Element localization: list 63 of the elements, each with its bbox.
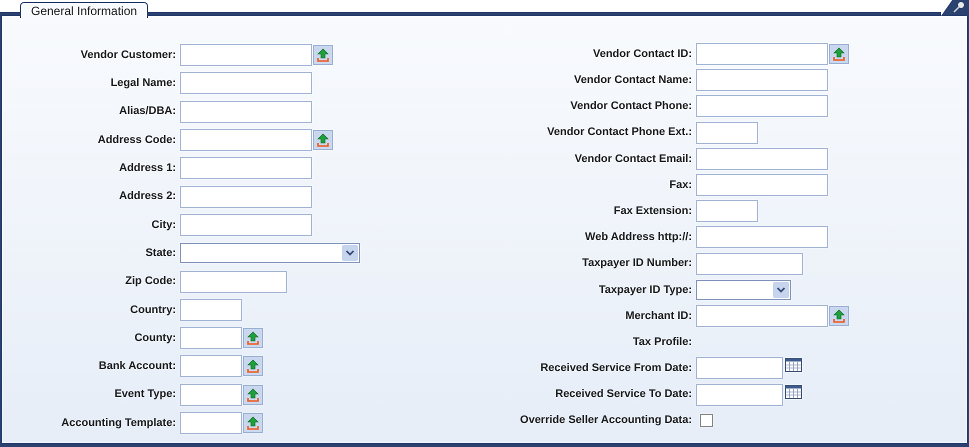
calendar-icon[interactable] — [785, 358, 802, 372]
text-field[interactable] — [180, 298, 242, 321]
chevron-down-icon — [342, 245, 358, 262]
field-label: State: — [145, 246, 176, 261]
field-label: Address 2: — [119, 189, 176, 204]
text-field[interactable] — [180, 355, 242, 378]
field-label: Fax Extension: — [614, 204, 692, 219]
text-field[interactable] — [180, 72, 312, 94]
text-field[interactable] — [696, 174, 828, 196]
text-field[interactable] — [180, 186, 312, 208]
field-label: Event Type: — [114, 387, 176, 402]
text-field[interactable] — [180, 157, 312, 180]
field-label: Address Code: — [98, 132, 176, 148]
field-label: Taxpayer ID Type: — [598, 282, 692, 298]
field-label: Merchant ID: — [625, 308, 692, 324]
checkbox[interactable] — [700, 414, 713, 428]
text-field[interactable] — [696, 95, 828, 118]
field-label: Accounting Template: — [61, 416, 176, 431]
text-field[interactable] — [180, 327, 242, 350]
field-label: Vendor Customer: — [80, 48, 176, 63]
text-field[interactable] — [180, 100, 312, 123]
field-label: Received Service From Date: — [540, 361, 692, 376]
field-label: Tax Profile: — [632, 334, 692, 350]
field-label: Zip Code: — [125, 274, 176, 290]
text-field[interactable] — [180, 412, 242, 434]
field-label: Vendor Contact Email: — [574, 152, 692, 167]
field-label: Fax: — [669, 178, 692, 193]
date-field[interactable] — [696, 357, 783, 380]
text-field[interactable] — [696, 122, 758, 144]
text-field[interactable] — [696, 43, 828, 66]
field-label: Vendor Contact ID: — [592, 46, 692, 62]
field-label: Country: — [130, 302, 176, 318]
field-label: City: — [152, 218, 176, 233]
text-field[interactable] — [696, 69, 828, 92]
text-field[interactable] — [696, 226, 828, 248]
chevron-down-icon — [773, 282, 789, 298]
text-field[interactable] — [180, 44, 312, 66]
text-field[interactable] — [696, 148, 828, 170]
field-label: Vendor Contact Phone Ext.: — [547, 125, 692, 140]
text-field[interactable] — [180, 129, 312, 152]
field-label: Override Seller Accounting Data: — [520, 413, 692, 428]
field-label: Web Address http://: — [585, 230, 692, 246]
field-label: Received Service To Date: — [555, 387, 692, 402]
text-field[interactable] — [696, 252, 803, 275]
field-label: Taxpayer ID Number: — [582, 256, 692, 272]
field-label: Bank Account: — [98, 359, 176, 374]
text-field[interactable] — [180, 384, 242, 406]
field-label: Vendor Contact Name: — [574, 73, 692, 88]
field-label: County: — [134, 330, 176, 346]
pin-icon[interactable] — [951, 1, 965, 13]
field-label: Legal Name: — [110, 76, 176, 92]
date-field[interactable] — [696, 384, 783, 406]
text-field[interactable] — [180, 270, 287, 293]
dropdown[interactable] — [696, 280, 791, 300]
text-field[interactable] — [696, 200, 758, 222]
section-tab[interactable]: General Information — [20, 2, 148, 18]
field-label: Vendor Contact Phone: — [570, 99, 692, 114]
text-field[interactable] — [180, 214, 312, 236]
text-field[interactable] — [696, 304, 828, 327]
field-label: Address 1: — [119, 161, 176, 176]
field-label: Alias/DBA: — [119, 104, 176, 120]
calendar-icon[interactable] — [785, 384, 802, 399]
dropdown[interactable] — [180, 243, 360, 264]
